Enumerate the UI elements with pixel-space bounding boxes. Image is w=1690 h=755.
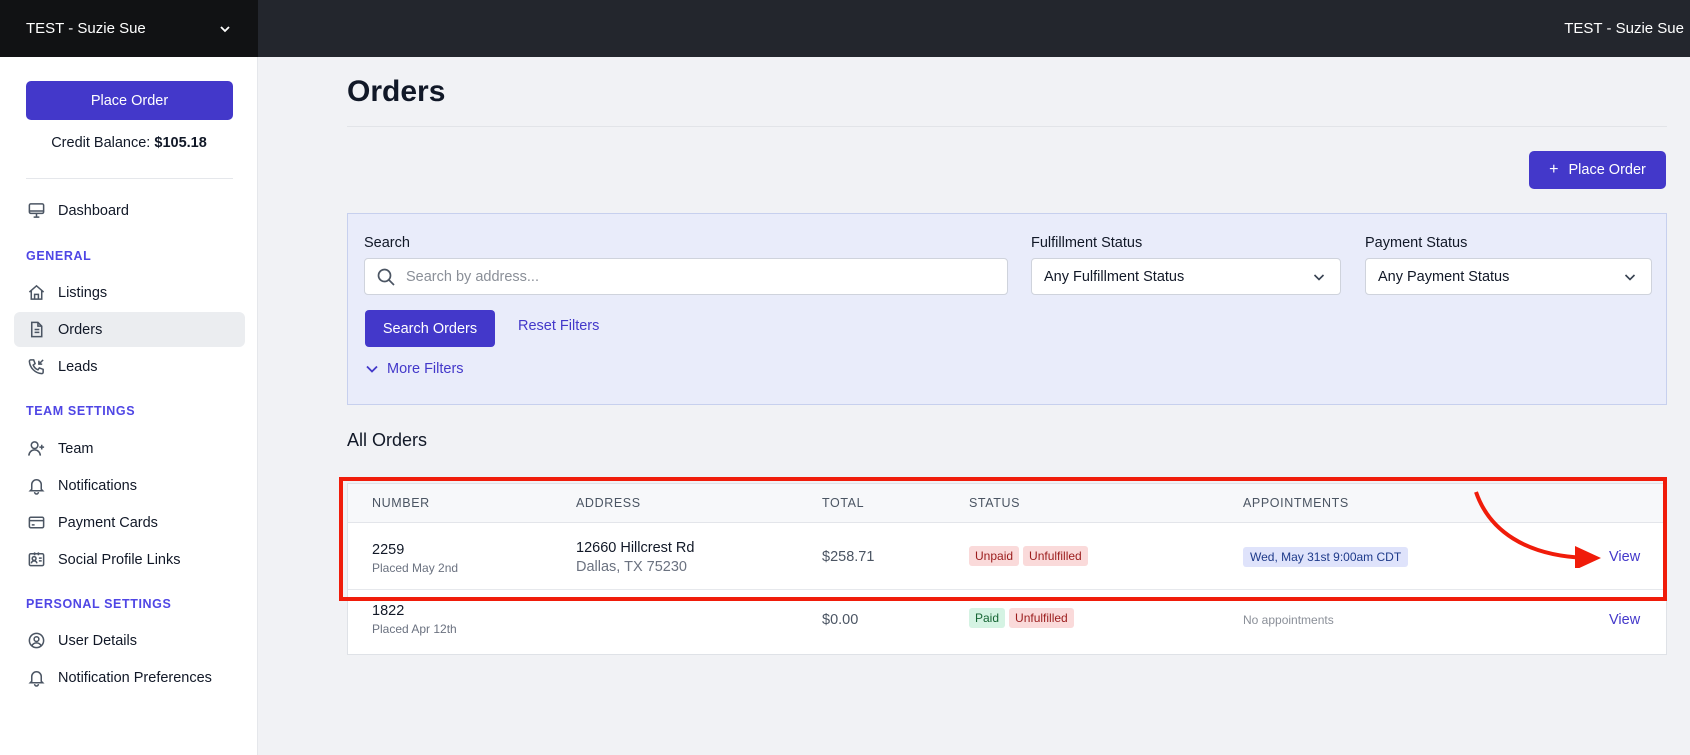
credit-card-icon — [26, 513, 46, 533]
credit-balance-label: Credit Balance: — [51, 135, 151, 151]
order-number-cell: 2259 Placed May 2nd — [372, 542, 458, 575]
search-field[interactable] — [364, 258, 1008, 295]
chevron-down-icon — [220, 25, 230, 32]
home-icon — [26, 283, 46, 303]
place-order-button[interactable]: + Place Order — [1529, 151, 1666, 189]
credit-balance: Credit Balance: $105.18 — [0, 135, 258, 151]
appointment-badge: Wed, May 31st 9:00am CDT — [1243, 547, 1409, 567]
sidebar-item-label: User Details — [58, 632, 137, 649]
chevron-down-icon — [1313, 273, 1325, 281]
order-number-cell: 1822 Placed Apr 12th — [372, 603, 457, 636]
chevron-down-icon — [1624, 273, 1636, 281]
sidebar-item-label: Payment Cards — [58, 514, 158, 531]
plus-icon: + — [1549, 161, 1559, 178]
payment-status-badge: Unpaid — [969, 546, 1020, 566]
bell-icon — [26, 668, 46, 688]
sidebar-item-label: Notifications — [58, 477, 137, 494]
order-total: $258.71 — [822, 549, 875, 565]
top-bar: TEST - Suzie Sue TEST - Suzie Sue — [0, 0, 1690, 57]
credit-balance-value: $105.18 — [154, 135, 207, 151]
sidebar-divider — [26, 178, 233, 179]
sidebar-item-label: Leads — [58, 358, 98, 375]
sidebar-item-label: Orders — [58, 321, 103, 338]
monitor-icon — [26, 201, 46, 221]
chevron-down-icon — [366, 365, 378, 373]
sidebar-item-label: Dashboard — [58, 202, 129, 219]
fulfillment-status-select[interactable]: Any Fulfillment Status — [1031, 258, 1341, 295]
sidebar-item-orders[interactable]: Orders — [14, 312, 245, 347]
address-line2: Dallas, TX 75230 — [576, 559, 687, 575]
sidebar-item-label: Social Profile Links — [58, 551, 181, 568]
id-card-icon — [26, 550, 46, 570]
phone-incoming-icon — [26, 357, 46, 377]
sidebar: Place Order Credit Balance: $105.18 Dash… — [0, 57, 258, 755]
address-line1: 12660 Hillcrest Rd — [576, 540, 695, 556]
all-orders-heading: All Orders — [347, 430, 428, 450]
sidebar-item-payment-cards[interactable]: Payment Cards — [14, 505, 245, 540]
column-header-status: STATUS — [969, 496, 1021, 510]
payment-status-select[interactable]: Any Payment Status — [1365, 258, 1652, 295]
place-order-label: Place Order — [1568, 162, 1646, 178]
sidebar-item-label: Team — [58, 440, 94, 457]
column-header-address: ADDRESS — [576, 496, 641, 510]
column-header-total: TOTAL — [822, 496, 865, 510]
document-icon — [26, 320, 46, 340]
payment-status-label: Payment Status — [1365, 235, 1468, 251]
search-icon — [377, 268, 395, 286]
user-plus-icon — [26, 439, 46, 459]
order-placed-date: Placed May 2nd — [372, 561, 459, 575]
more-filters-toggle[interactable]: More Filters — [365, 361, 464, 377]
view-order-link[interactable]: View — [1609, 612, 1640, 628]
order-total: $0.00 — [822, 612, 859, 628]
title-divider — [347, 126, 1667, 127]
table-row[interactable]: 2259 Placed May 2nd 12660 Hillcrest Rd D… — [348, 523, 1666, 590]
sidebar-item-team[interactable]: Team — [14, 431, 245, 466]
order-status-cell: Paid Unfulfilled — [969, 608, 1078, 628]
fulfillment-status-value: Any Fulfillment Status — [1044, 268, 1185, 285]
section-general: GENERAL — [26, 249, 92, 263]
fulfillment-status-badge: Unfulfilled — [1023, 546, 1088, 566]
more-filters-label: More Filters — [387, 361, 464, 377]
order-placed-date: Placed Apr 12th — [372, 622, 457, 636]
fulfillment-status-label: Fulfillment Status — [1031, 235, 1143, 251]
user-menu[interactable]: TEST - Suzie Sue — [1564, 0, 1684, 57]
reset-filters-button[interactable]: Reset Filters — [518, 318, 599, 334]
section-personal-settings: PERSONAL SETTINGS — [26, 597, 172, 611]
sidebar-item-social-links[interactable]: Social Profile Links — [14, 542, 245, 577]
order-number: 2259 — [372, 542, 405, 558]
no-appointments-text: No appointments — [1243, 613, 1334, 627]
sidebar-item-leads[interactable]: Leads — [14, 349, 245, 384]
search-label: Search — [364, 235, 410, 251]
filter-panel: Search Fulfillment Status Any Fulfillmen… — [347, 213, 1667, 405]
team-switcher[interactable]: TEST - Suzie Sue — [0, 0, 258, 57]
order-number: 1822 — [372, 603, 405, 619]
table-row[interactable]: 1822 Placed Apr 12th $0.00 Paid Unfulfill… — [348, 590, 1666, 654]
sidebar-item-notification-preferences[interactable]: Notification Preferences — [14, 660, 245, 695]
search-input[interactable] — [404, 267, 1007, 286]
payment-status-value: Any Payment Status — [1378, 268, 1510, 285]
column-header-number: NUMBER — [372, 496, 430, 510]
team-name: TEST - Suzie Sue — [26, 20, 146, 37]
column-header-appointments: APPOINTMENTS — [1243, 496, 1349, 510]
sidebar-item-dashboard[interactable]: Dashboard — [14, 193, 245, 228]
sidebar-item-label: Notification Preferences — [58, 669, 212, 686]
bell-icon — [26, 476, 46, 496]
orders-table: NUMBER ADDRESS TOTAL STATUS APPOINTMENTS… — [347, 483, 1667, 655]
order-address-cell: 12660 Hillcrest Rd Dallas, TX 75230 — [576, 540, 694, 575]
view-order-link[interactable]: View — [1609, 549, 1640, 565]
user-circle-icon — [26, 631, 46, 651]
sidebar-item-notifications[interactable]: Notifications — [14, 468, 245, 503]
sidebar-place-order-button[interactable]: Place Order — [26, 81, 233, 120]
page-title: Orders — [347, 75, 446, 108]
order-status-cell: Unpaid Unfulfilled — [969, 546, 1092, 566]
sidebar-item-listings[interactable]: Listings — [14, 275, 245, 310]
fulfillment-status-badge: Unfulfilled — [1009, 608, 1074, 628]
payment-status-badge: Paid — [969, 608, 1006, 628]
section-team-settings: TEAM SETTINGS — [26, 404, 136, 418]
sidebar-item-user-details[interactable]: User Details — [14, 623, 245, 658]
table-header: NUMBER ADDRESS TOTAL STATUS APPOINTMENTS — [348, 484, 1666, 523]
search-orders-button[interactable]: Search Orders — [365, 310, 495, 347]
sidebar-item-label: Listings — [58, 284, 108, 301]
order-appointment-cell: Wed, May 31st 9:00am CDT — [1243, 547, 1409, 567]
